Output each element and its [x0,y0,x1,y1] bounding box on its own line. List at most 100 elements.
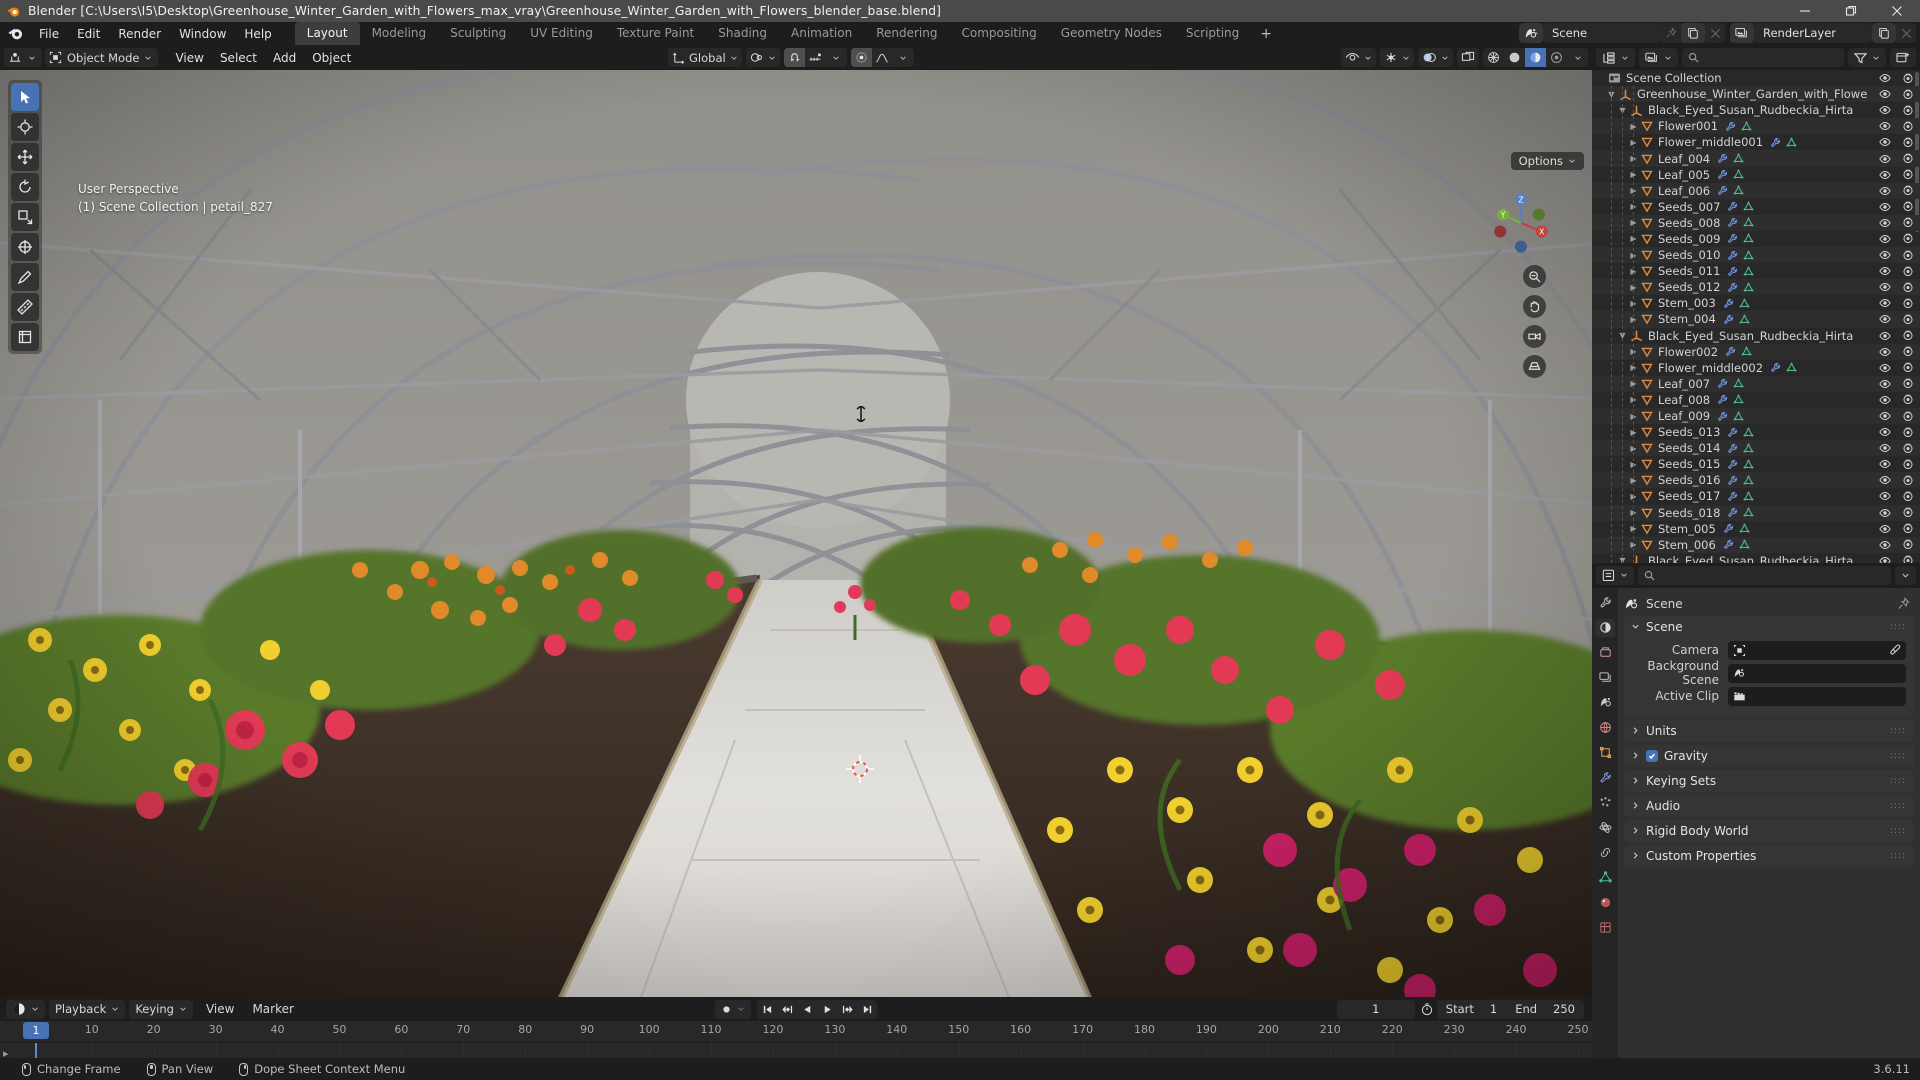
render-visibility-icon[interactable] [1902,73,1914,84]
tab-uv-editing[interactable]: UV Editing [518,22,605,45]
solid-shading-button[interactable] [1504,48,1525,67]
object-mode-selector[interactable]: Object Mode [45,48,159,67]
panel-drag-handle[interactable]: :::: [1890,751,1906,761]
panel-header[interactable]: Audio:::: [1624,795,1914,817]
visibility-eye-icon[interactable] [1879,443,1891,453]
outliner-row[interactable]: ▶Seeds_012 [1592,279,1920,296]
outliner-row[interactable]: ▶Seeds_017 [1592,488,1920,504]
mesh-data-icon[interactable] [1739,539,1750,550]
render-visibility-icon[interactable] [1902,330,1914,341]
timeline-playback-menu[interactable]: Playback [49,999,126,1019]
panel-drag-handle[interactable]: :::: [1890,776,1906,786]
visibility-eye-icon[interactable] [1879,282,1891,292]
visibility-eye-icon[interactable] [1879,508,1891,518]
mesh-data-icon[interactable] [1741,121,1752,132]
outliner-row[interactable]: ▶Stem_005 [1592,521,1920,537]
outliner-row[interactable]: ▶Seeds_011 [1592,263,1920,279]
outliner-editor-type-selector[interactable] [1596,48,1635,67]
material-preview-shading-button[interactable] [1525,48,1546,67]
visibility-eye-icon[interactable] [1879,331,1891,341]
outliner-row[interactable]: ▶Leaf_007 [1592,375,1920,392]
modifier-icon[interactable] [1717,169,1728,180]
tab-object[interactable] [1595,744,1615,762]
mesh-data-icon[interactable] [1786,362,1797,373]
timeline-menu-view[interactable]: View [197,1000,243,1018]
rendered-shading-button[interactable] [1546,48,1567,67]
outliner-row[interactable]: ▼Black_Eyed_Susan_Rudbeckia_Hirta [1592,553,1920,563]
tool-move[interactable] [11,143,39,171]
render-visibility-icon[interactable] [1902,427,1914,438]
modifier-icon[interactable] [1725,346,1736,357]
viewlayer-remove-icon[interactable] [1896,23,1916,43]
visibility-eye-icon[interactable] [1879,121,1891,131]
modifier-icon[interactable] [1727,475,1738,486]
render-visibility-icon[interactable] [1902,250,1914,261]
play-reverse-button[interactable] [797,1000,817,1019]
jump-to-prev-keyframe-button[interactable] [777,1000,797,1019]
modifier-icon[interactable] [1717,185,1728,196]
outliner-row[interactable]: ▶Leaf_004 [1592,150,1920,167]
modifier-icon[interactable] [1770,362,1781,373]
mesh-data-icon[interactable] [1739,298,1750,309]
mesh-data-icon[interactable] [1739,523,1750,534]
wireframe-shading-button[interactable] [1483,48,1504,67]
visibility-eye-icon[interactable] [1879,170,1891,180]
tab-texture-paint[interactable]: Texture Paint [605,22,706,45]
render-visibility-icon[interactable] [1902,282,1914,293]
background-scene-field[interactable] [1728,663,1906,683]
visibility-eye-icon[interactable] [1879,250,1891,260]
mesh-data-icon[interactable] [1733,169,1744,180]
minimize-button[interactable] [1782,0,1828,22]
render-visibility-icon[interactable] [1902,185,1914,196]
panel-header[interactable]: Custom Properties:::: [1624,845,1914,867]
play-button[interactable] [817,1000,837,1019]
tool-measure[interactable] [11,293,39,321]
modifier-icon[interactable] [1727,217,1738,228]
magnet-snap-toggle[interactable] [783,48,805,67]
render-visibility-icon[interactable] [1902,378,1914,389]
panel-header[interactable]: Rigid Body World:::: [1624,820,1914,842]
outliner-row[interactable]: ▼Black_Eyed_Susan_Rudbeckia_Hirta [1592,328,1920,344]
jump-to-end-button[interactable] [857,1000,877,1019]
modifier-icon[interactable] [1717,411,1728,422]
panel-scene-header[interactable]: Scene :::: [1624,616,1914,638]
visibility-eye-icon[interactable] [1879,556,1891,563]
panel-drag-handle[interactable]: :::: [1890,826,1906,836]
tab-geometry-nodes[interactable]: Geometry Nodes [1049,22,1174,45]
viewport-menu-select[interactable]: Select [212,49,265,67]
visibility-selector[interactable] [1341,48,1376,67]
outliner-tree[interactable]: Scene Collection▼Greenhouse_Winter_Garde… [1592,70,1920,563]
mesh-data-icon[interactable] [1743,266,1754,277]
tab-physics[interactable] [1595,819,1615,837]
outliner-row[interactable]: ▶Stem_004 [1592,311,1920,328]
timeline-ruler[interactable]: 10 20 30 40 50 60 70 80 90 100 110 120 130 140 150 160 1… [0,1021,1592,1043]
xray-toggle[interactable] [1457,48,1479,67]
visibility-eye-icon[interactable] [1879,411,1891,421]
auto-keying-toggle[interactable] [715,999,751,1019]
tool-annotate[interactable] [11,263,39,291]
viewlayer-browse-icon[interactable] [1730,23,1754,43]
zoom-icon[interactable] [1523,265,1546,288]
tab-scene[interactable] [1595,694,1615,712]
modifier-icon[interactable] [1727,491,1738,502]
modifier-icon[interactable] [1727,282,1738,293]
properties-search-input[interactable] [1638,565,1891,585]
outliner-row[interactable]: ▶Seeds_014 [1592,440,1920,457]
pin-icon[interactable] [1897,597,1910,610]
mesh-data-icon[interactable] [1743,217,1754,228]
scene-browse-icon[interactable] [1519,23,1543,43]
modifier-icon[interactable] [1727,201,1738,212]
outliner-row[interactable]: ▶Seeds_009 [1592,231,1920,247]
pan-hand-icon[interactable] [1523,295,1546,318]
scene-pin-icon[interactable] [1661,23,1681,43]
outliner-display-mode-selector[interactable] [1639,48,1678,67]
visibility-eye-icon[interactable] [1879,218,1891,228]
active-clip-field[interactable] [1728,686,1906,706]
timeline-editor-type-selector[interactable] [6,999,45,1019]
modifier-icon[interactable] [1727,507,1738,518]
panel-drag-handle[interactable]: :::: [1890,622,1906,632]
maximize-button[interactable] [1828,0,1874,22]
modifier-icon[interactable] [1723,314,1734,325]
visibility-eye-icon[interactable] [1879,154,1891,164]
render-visibility-icon[interactable] [1902,169,1914,180]
